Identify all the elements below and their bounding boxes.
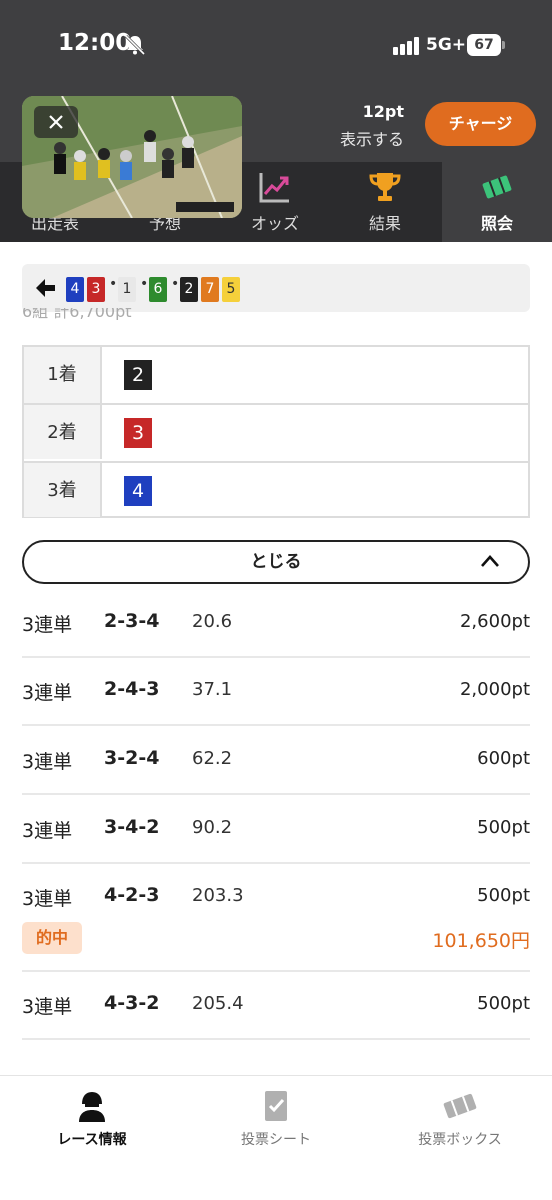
ticket-icon (482, 175, 512, 199)
hit-badge: 的中 (22, 922, 82, 954)
arrow-left-icon[interactable] (34, 277, 56, 299)
combination-separator: • (171, 276, 180, 292)
close-icon (49, 115, 63, 129)
bottom-tab-race-info[interactable]: レース情報 (0, 1076, 184, 1166)
bet-total-summary: 6組 計6,700pt (22, 308, 132, 320)
place-label: 2着 (24, 405, 102, 459)
racer-icon (79, 1092, 105, 1122)
bet-amount: 500pt (477, 817, 530, 838)
video-caption-strip (176, 202, 234, 212)
bike-number-chip: 1 (118, 277, 136, 302)
tab-inquiry[interactable]: 照会 (442, 162, 552, 242)
bottom-tab-label: 投票ボックス (418, 1132, 502, 1148)
bet-amount: 600pt (477, 748, 530, 769)
cellular-signal-icon (393, 37, 419, 55)
result-row-3rd: 3着 4 (24, 461, 528, 517)
bottom-tab-label: レース情報 (57, 1132, 127, 1148)
bet-combination: 2-3-4 (104, 610, 160, 632)
status-time: 12:00 (58, 30, 132, 56)
bet-amount: 500pt (477, 993, 530, 1014)
race-result-table: 1着 2 2着 3 3着 4 (22, 345, 530, 518)
bet-odds: 205.4 (192, 993, 244, 1014)
bet-combination: 3-4-2 (104, 816, 160, 838)
place-label: 3着 (24, 463, 102, 517)
collapse-button[interactable]: とじる (22, 540, 530, 584)
bet-type: 3連単 (22, 614, 73, 636)
combination-separator: • (140, 276, 149, 292)
bet-odds: 20.6 (192, 611, 233, 632)
charge-button[interactable]: チャージ (425, 102, 536, 146)
result-row-1st: 1着 2 (24, 347, 528, 403)
live-video-player[interactable] (22, 96, 242, 218)
bet-odds: 90.2 (192, 817, 233, 838)
bike-number-chip: 4 (124, 476, 152, 506)
combination-separator: • (109, 276, 118, 292)
bet-row: 3連単 4-3-2 205.4 500pt (22, 972, 530, 1040)
chart-up-icon (259, 173, 289, 203)
bet-amount: 2,600pt (459, 611, 530, 632)
bet-row: 3連単 3-2-4 62.2 600pt (22, 727, 530, 795)
bet-amount: 2,000pt (459, 679, 530, 700)
bike-number-chip: 3 (87, 277, 105, 302)
bet-odds: 203.3 (192, 885, 244, 906)
bet-combination: 4-2-3 (104, 884, 160, 906)
app-header: 12:00 5G+ 67 12pt 表示する チャージ 出走表 予想 オッズ 結… (0, 0, 552, 242)
bottom-tab-label: 投票シート (241, 1132, 311, 1148)
bet-type: 3連単 (22, 682, 73, 704)
battery-level: 67 (474, 37, 494, 53)
payout-amount: 101,650円 (432, 930, 530, 952)
close-video-button[interactable] (34, 106, 78, 138)
bet-odds: 37.1 (192, 679, 233, 700)
bet-combination-bar: 4 3 • 1 • 6 • 2 7 5 (22, 264, 530, 312)
bet-type: 3連単 (22, 820, 73, 842)
bet-combination: 3-2-4 (104, 747, 160, 769)
bet-type: 3連単 (22, 996, 73, 1018)
trophy-icon (369, 173, 401, 201)
show-points-toggle[interactable]: 表示する (300, 126, 404, 150)
bottom-tab-ticket-box[interactable]: 投票ボックス (368, 1076, 552, 1166)
bet-amount: 500pt (477, 885, 530, 906)
bottom-tab-vote-sheet[interactable]: 投票シート (184, 1076, 368, 1166)
bike-number-chip: 2 (180, 277, 198, 302)
bet-type: 3連単 (22, 888, 73, 910)
battery-icon: 67 (467, 34, 505, 56)
bet-row: 3連単 2-3-4 20.6 2,600pt (22, 590, 530, 658)
result-row-2nd: 2着 3 (24, 403, 528, 459)
tab-label: 照会 (480, 214, 513, 233)
bottom-navigation: レース情報 投票シート 投票ボックス (0, 1075, 552, 1200)
bike-number-chip: 6 (149, 277, 167, 302)
chevron-up-icon (481, 555, 499, 567)
network-type: 5G+ (426, 35, 467, 55)
bike-number-chip: 5 (222, 277, 240, 302)
bet-combination: 4-3-2 (104, 992, 160, 1014)
bet-odds: 62.2 (192, 748, 233, 769)
bet-combination: 2-4-3 (104, 678, 160, 700)
bet-row-winning: 3連単 4-2-3 203.3 500pt 的中 101,650円 (22, 864, 530, 972)
tab-results[interactable]: 結果 (330, 162, 440, 242)
bike-number-chip: 3 (124, 418, 152, 448)
bike-number-chip: 7 (201, 277, 219, 302)
bell-muted-icon (124, 34, 146, 56)
bet-type: 3連単 (22, 751, 73, 773)
bet-row: 3連単 3-4-2 90.2 500pt (22, 796, 530, 864)
tab-label: 結果 (368, 214, 401, 233)
bike-number-chip: 4 (66, 277, 84, 302)
points-balance: 12pt (362, 102, 404, 121)
place-label: 1着 (24, 347, 102, 403)
collapse-label: とじる (250, 552, 302, 572)
bet-row: 3連単 2-4-3 37.1 2,000pt (22, 658, 530, 726)
vote-sheet-icon (265, 1091, 287, 1121)
bike-number-chip: 2 (124, 360, 152, 390)
ticket-box-icon (443, 1093, 477, 1119)
